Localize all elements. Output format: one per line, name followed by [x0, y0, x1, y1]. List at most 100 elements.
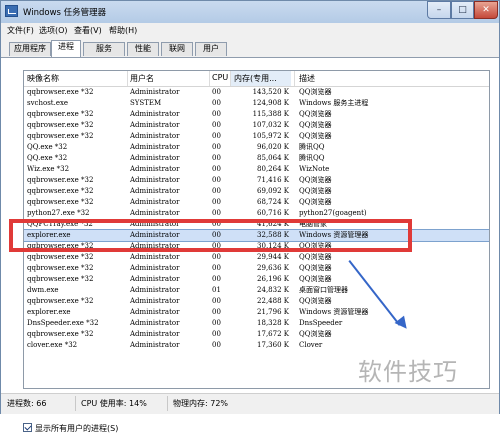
- process-user-name: Administrator: [130, 209, 180, 217]
- process-row[interactable]: dwm.exe Administrator 01 24,832 K 桌面窗口管理器: [24, 285, 489, 296]
- column-cpu[interactable]: CPU: [212, 73, 228, 82]
- column-memory[interactable]: 内存(专用...: [234, 73, 277, 84]
- process-image-name: explorer.exe: [27, 308, 71, 316]
- process-row[interactable]: svchost.exe SYSTEM 00 124,908 K Windows 服务主进…: [24, 98, 489, 109]
- minimize-button[interactable]: –: [427, 1, 451, 19]
- process-row[interactable]: clover.exe *32 Administrator 00 17,360 K Clo…: [24, 340, 489, 351]
- tab-strip: 应用程序 进程 服务 性能 联网 用户: [1, 37, 499, 57]
- process-image-name: qqbrowser.exe *32: [27, 88, 94, 96]
- tab-applications[interactable]: 应用程序: [9, 42, 51, 56]
- process-image-name: qqbrowser.exe *32: [27, 132, 94, 140]
- close-button[interactable]: ✕: [474, 1, 498, 19]
- column-user-name[interactable]: 用户名: [130, 73, 154, 84]
- process-description: QQ浏览器: [299, 330, 332, 338]
- process-row[interactable]: qqbrowser.exe *32 Administrator 00 29,636 K…: [24, 263, 489, 274]
- process-memory: 18,328 K: [257, 319, 289, 327]
- column-divider[interactable]: [294, 71, 295, 86]
- process-description: 腾讯QQ: [299, 154, 325, 162]
- process-image-name: qqbrowser.exe *32: [27, 253, 94, 261]
- process-row[interactable]: qqbrowser.exe *32 Administrator 00 68,724 K…: [24, 197, 489, 208]
- process-user-name: Administrator: [130, 308, 180, 316]
- maximize-button[interactable]: □: [451, 1, 474, 19]
- process-image-name: qqbrowser.exe *32: [27, 330, 94, 338]
- process-row[interactable]: python27.exe *32 Administrator 00 60,716 K p…: [24, 208, 489, 219]
- process-cpu: 00: [212, 165, 221, 173]
- process-description: QQ浏览器: [299, 253, 332, 261]
- process-row[interactable]: qqbrowser.exe *32 Administrator 00 17,672 K…: [24, 329, 489, 340]
- process-memory: 71,416 K: [257, 176, 289, 184]
- column-divider[interactable]: [127, 71, 128, 86]
- process-cpu: 00: [212, 253, 221, 261]
- process-user-name: Administrator: [130, 187, 180, 195]
- process-memory: 96,020 K: [257, 143, 289, 151]
- status-physical-memory: 物理内存: 72%: [173, 399, 229, 408]
- process-description: QQ浏览器: [299, 264, 332, 272]
- process-cpu: 00: [212, 308, 221, 316]
- process-description: WizNote: [299, 165, 330, 173]
- process-row[interactable]: Wiz.exe *32 Administrator 00 80,264 K WizNot…: [24, 164, 489, 175]
- process-row[interactable]: qqbrowser.exe *32 Administrator 00 115,388 …: [24, 109, 489, 120]
- process-image-name: dwm.exe: [27, 286, 59, 294]
- column-divider[interactable]: [230, 71, 231, 86]
- process-cpu: 00: [212, 341, 221, 349]
- process-user-name: Administrator: [130, 143, 180, 151]
- process-description: QQ浏览器: [299, 297, 332, 305]
- menu-help[interactable]: 帮助(H): [109, 25, 137, 36]
- process-cpu: 00: [212, 209, 221, 217]
- process-row[interactable]: qqbrowser.exe *32 Administrator 00 26,196 K…: [24, 274, 489, 285]
- tab-performance[interactable]: 性能: [127, 42, 159, 56]
- annotation-highlight-box: [9, 219, 412, 252]
- process-description: Clover: [299, 341, 323, 349]
- process-user-name: SYSTEM: [130, 99, 162, 107]
- process-row[interactable]: qqbrowser.exe *32 Administrator 00 29,944 K…: [24, 252, 489, 263]
- process-row[interactable]: qqbrowser.exe *32 Administrator 00 107,032 …: [24, 120, 489, 131]
- process-image-name: qqbrowser.exe *32: [27, 198, 94, 206]
- process-memory: 69,092 K: [257, 187, 289, 195]
- show-all-users-label[interactable]: 显示所有用户的进程(S): [35, 423, 118, 434]
- process-image-name: qqbrowser.exe *32: [27, 121, 94, 129]
- menu-view[interactable]: 查看(V): [74, 25, 102, 36]
- tab-users[interactable]: 用户: [195, 42, 227, 56]
- title-bar[interactable]: Windows 任务管理器 – □ ✕: [1, 1, 499, 23]
- process-cpu: 00: [212, 319, 221, 327]
- process-user-name: Administrator: [130, 198, 180, 206]
- process-memory: 21,796 K: [257, 308, 289, 316]
- process-cpu: 00: [212, 154, 221, 162]
- process-cpu: 00: [212, 297, 221, 305]
- menu-file[interactable]: 文件(F): [7, 25, 34, 36]
- process-memory: 115,388 K: [252, 110, 289, 118]
- process-memory: 29,636 K: [257, 264, 289, 272]
- process-row[interactable]: DnsSpeeder.exe *32 Administrator 00 18,328 …: [24, 318, 489, 329]
- process-row[interactable]: qqbrowser.exe *32 Administrator 00 22,488 K…: [24, 296, 489, 307]
- process-memory: 68,724 K: [257, 198, 289, 206]
- menu-options[interactable]: 选项(O): [39, 25, 68, 36]
- status-process-count: 进程数: 66: [7, 399, 47, 408]
- process-row[interactable]: QQ.exe *32 Administrator 00 96,020 K 腾讯QQ: [24, 142, 489, 153]
- tab-processes[interactable]: 进程: [51, 40, 81, 57]
- column-description[interactable]: 描述: [299, 73, 315, 84]
- process-row[interactable]: QQ.exe *32 Administrator 00 85,064 K 腾讯QQ: [24, 153, 489, 164]
- column-divider[interactable]: [209, 71, 210, 86]
- process-memory: 143,520 K: [252, 88, 289, 96]
- process-description: DnsSpeeder: [299, 319, 343, 327]
- process-user-name: Administrator: [130, 253, 180, 261]
- process-row[interactable]: qqbrowser.exe *32 Administrator 00 71,416 K…: [24, 175, 489, 186]
- column-image-name[interactable]: 映像名称: [27, 73, 59, 84]
- show-all-users-checkbox[interactable]: [23, 423, 32, 432]
- process-row[interactable]: qqbrowser.exe *32 Administrator 00 69,092 K…: [24, 186, 489, 197]
- process-user-name: Administrator: [130, 121, 180, 129]
- process-row[interactable]: qqbrowser.exe *32 Administrator 00 143,520 …: [24, 87, 489, 98]
- process-row[interactable]: explorer.exe Administrator 00 21,796 K Windo…: [24, 307, 489, 318]
- process-image-name: DnsSpeeder.exe *32: [27, 319, 99, 327]
- process-cpu: 00: [212, 88, 221, 96]
- process-memory: 107,032 K: [252, 121, 289, 129]
- process-description: 腾讯QQ: [299, 143, 325, 151]
- process-description: QQ浏览器: [299, 275, 332, 283]
- tab-services[interactable]: 服务: [83, 42, 125, 56]
- process-image-name: qqbrowser.exe *32: [27, 110, 94, 118]
- process-user-name: Administrator: [130, 176, 180, 184]
- tab-networking[interactable]: 联网: [161, 42, 193, 56]
- process-row[interactable]: qqbrowser.exe *32 Administrator 00 105,972 …: [24, 131, 489, 142]
- process-cpu: 00: [212, 264, 221, 272]
- process-user-name: Administrator: [130, 110, 180, 118]
